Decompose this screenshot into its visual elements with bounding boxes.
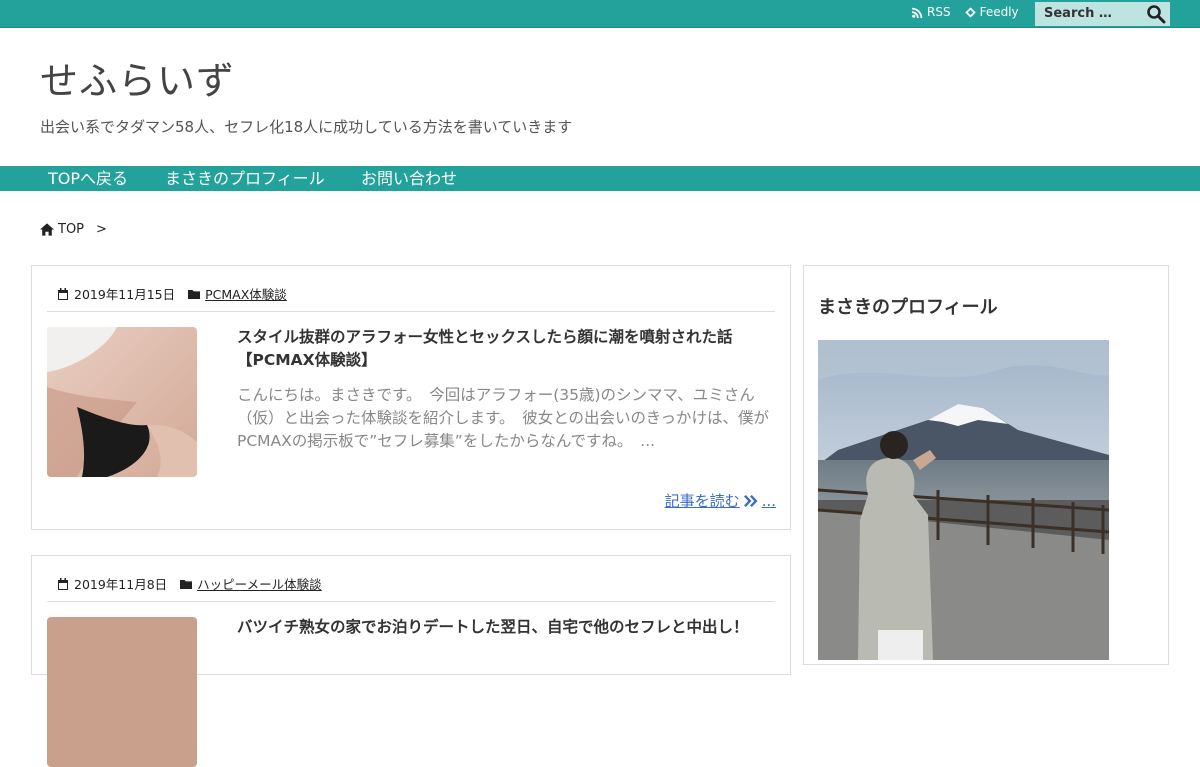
- folder-icon: [188, 289, 201, 299]
- post-thumbnail-image: [47, 327, 197, 477]
- search-input[interactable]: [1035, 2, 1149, 25]
- post-meta: 2019年11月8日 ハッピーメール体験談: [57, 574, 322, 593]
- read-more-label: 記事を読む: [664, 492, 740, 510]
- post-excerpt: こんにちは。まさきです。 今回はアラフォー(35歳)のシンママ、ユミさん（仮）と…: [237, 386, 769, 450]
- rss-link[interactable]: RSS: [912, 5, 951, 19]
- post-card: 2019年11月15日 PCMAX体験談 スタイル抜群のアラフォー女性とセックス…: [31, 265, 791, 530]
- home-icon: [40, 223, 54, 236]
- calendar-icon: [58, 287, 68, 300]
- breadcrumb: TOP >: [40, 222, 107, 237]
- read-more-link[interactable]: 記事を読む ...: [665, 490, 776, 511]
- folder-icon: [180, 579, 193, 589]
- double-chevron-right-icon: [743, 494, 758, 507]
- post-category-link[interactable]: PCMAX体験談: [205, 284, 287, 303]
- rss-icon: [912, 7, 923, 18]
- breadcrumb-separator: >: [96, 222, 107, 237]
- profile-heading: まさきのプロフィール: [818, 297, 998, 318]
- feedly-link[interactable]: Feedly: [964, 5, 1019, 19]
- post-thumbnail[interactable]: [47, 327, 197, 477]
- post-date: 2019年11月15日: [74, 287, 176, 302]
- post-meta: 2019年11月15日 PCMAX体験談: [57, 284, 287, 303]
- main-nav: TOPへ戻る まさきのプロフィール お問い合わせ: [0, 166, 1200, 191]
- feedly-icon: [964, 6, 976, 18]
- post-title-link[interactable]: バツイチ熟女の家でお泊りデートした翌日、自宅で他のセフレと中出し！: [237, 616, 782, 639]
- post-date: 2019年11月8日: [74, 577, 168, 592]
- site-description: 出会い系でタダマン58人、セフレ化18人に成功している方法を書いていきます: [40, 118, 573, 136]
- rss-label: RSS: [927, 5, 951, 19]
- search-box: [1035, 2, 1170, 26]
- search-icon[interactable]: [1146, 4, 1166, 24]
- nav-item-top[interactable]: TOPへ戻る: [48, 166, 128, 191]
- top-links: RSS Feedly: [912, 5, 1019, 19]
- post-thumbnail[interactable]: [47, 617, 197, 767]
- read-more-ellipsis: ...: [761, 491, 776, 510]
- nav-item-profile[interactable]: まさきのプロフィール: [165, 166, 325, 191]
- profile-photo: [818, 340, 1109, 660]
- divider: [47, 601, 775, 602]
- post-card: 2019年11月8日 ハッピーメール体験談 バツイチ熟女の家でお泊りデートした翌…: [31, 555, 791, 767]
- post-category-link[interactable]: ハッピーメール体験談: [197, 574, 322, 593]
- nav-item-contact[interactable]: お問い合わせ: [361, 166, 457, 191]
- breadcrumb-home-link[interactable]: TOP: [58, 222, 84, 237]
- sidebar-profile-widget: まさきのプロフィール: [803, 265, 1169, 665]
- post-title-link[interactable]: スタイル抜群のアラフォー女性とセックスしたら顔に潮を噴射された話【PCMAX体験…: [237, 326, 782, 372]
- top-bar: RSS Feedly: [0, 0, 1200, 28]
- site-title[interactable]: せふらいず: [40, 50, 235, 105]
- divider: [47, 311, 775, 312]
- feedly-label: Feedly: [979, 5, 1019, 19]
- calendar-icon: [58, 577, 68, 590]
